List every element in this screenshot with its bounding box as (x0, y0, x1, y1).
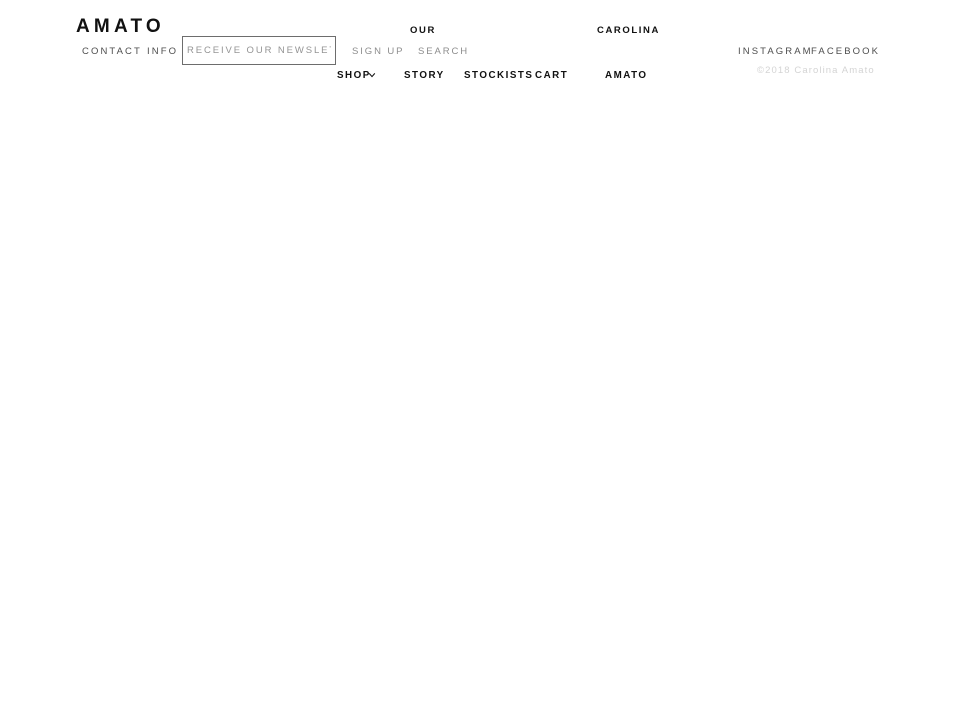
nav-item-amato[interactable]: AMATO (605, 69, 648, 82)
copyright-text: ©2018 Carolina Amato (757, 65, 875, 76)
nav-item-stockists[interactable]: STOCKISTS (464, 69, 533, 82)
main-content-area (0, 92, 960, 720)
nav-item-cart[interactable]: CART (535, 69, 568, 82)
nav-item-shop[interactable]: SHOP (337, 69, 371, 82)
newsletter-signup-button[interactable]: SIGN UP (352, 45, 404, 58)
social-link-instagram[interactable]: INSTAGRAM (738, 45, 813, 58)
nav-link-contact[interactable]: CONTACT (82, 45, 142, 58)
page-root: AMATO CONTACT INFO SIGN UP SEARCH OUR CA… (0, 0, 960, 720)
social-link-facebook[interactable]: FACEBOOK (811, 45, 880, 58)
newsletter-email-input[interactable] (182, 36, 336, 65)
brand-logo[interactable]: AMATO (76, 17, 165, 37)
headline-word-carolina: CAROLINA (597, 25, 660, 36)
nav-link-info[interactable]: INFO (147, 45, 178, 58)
chevron-down-icon[interactable] (368, 71, 376, 79)
search-link[interactable]: SEARCH (418, 45, 469, 58)
nav-item-story[interactable]: STORY (404, 69, 445, 82)
headline-word-our: OUR (410, 25, 436, 36)
